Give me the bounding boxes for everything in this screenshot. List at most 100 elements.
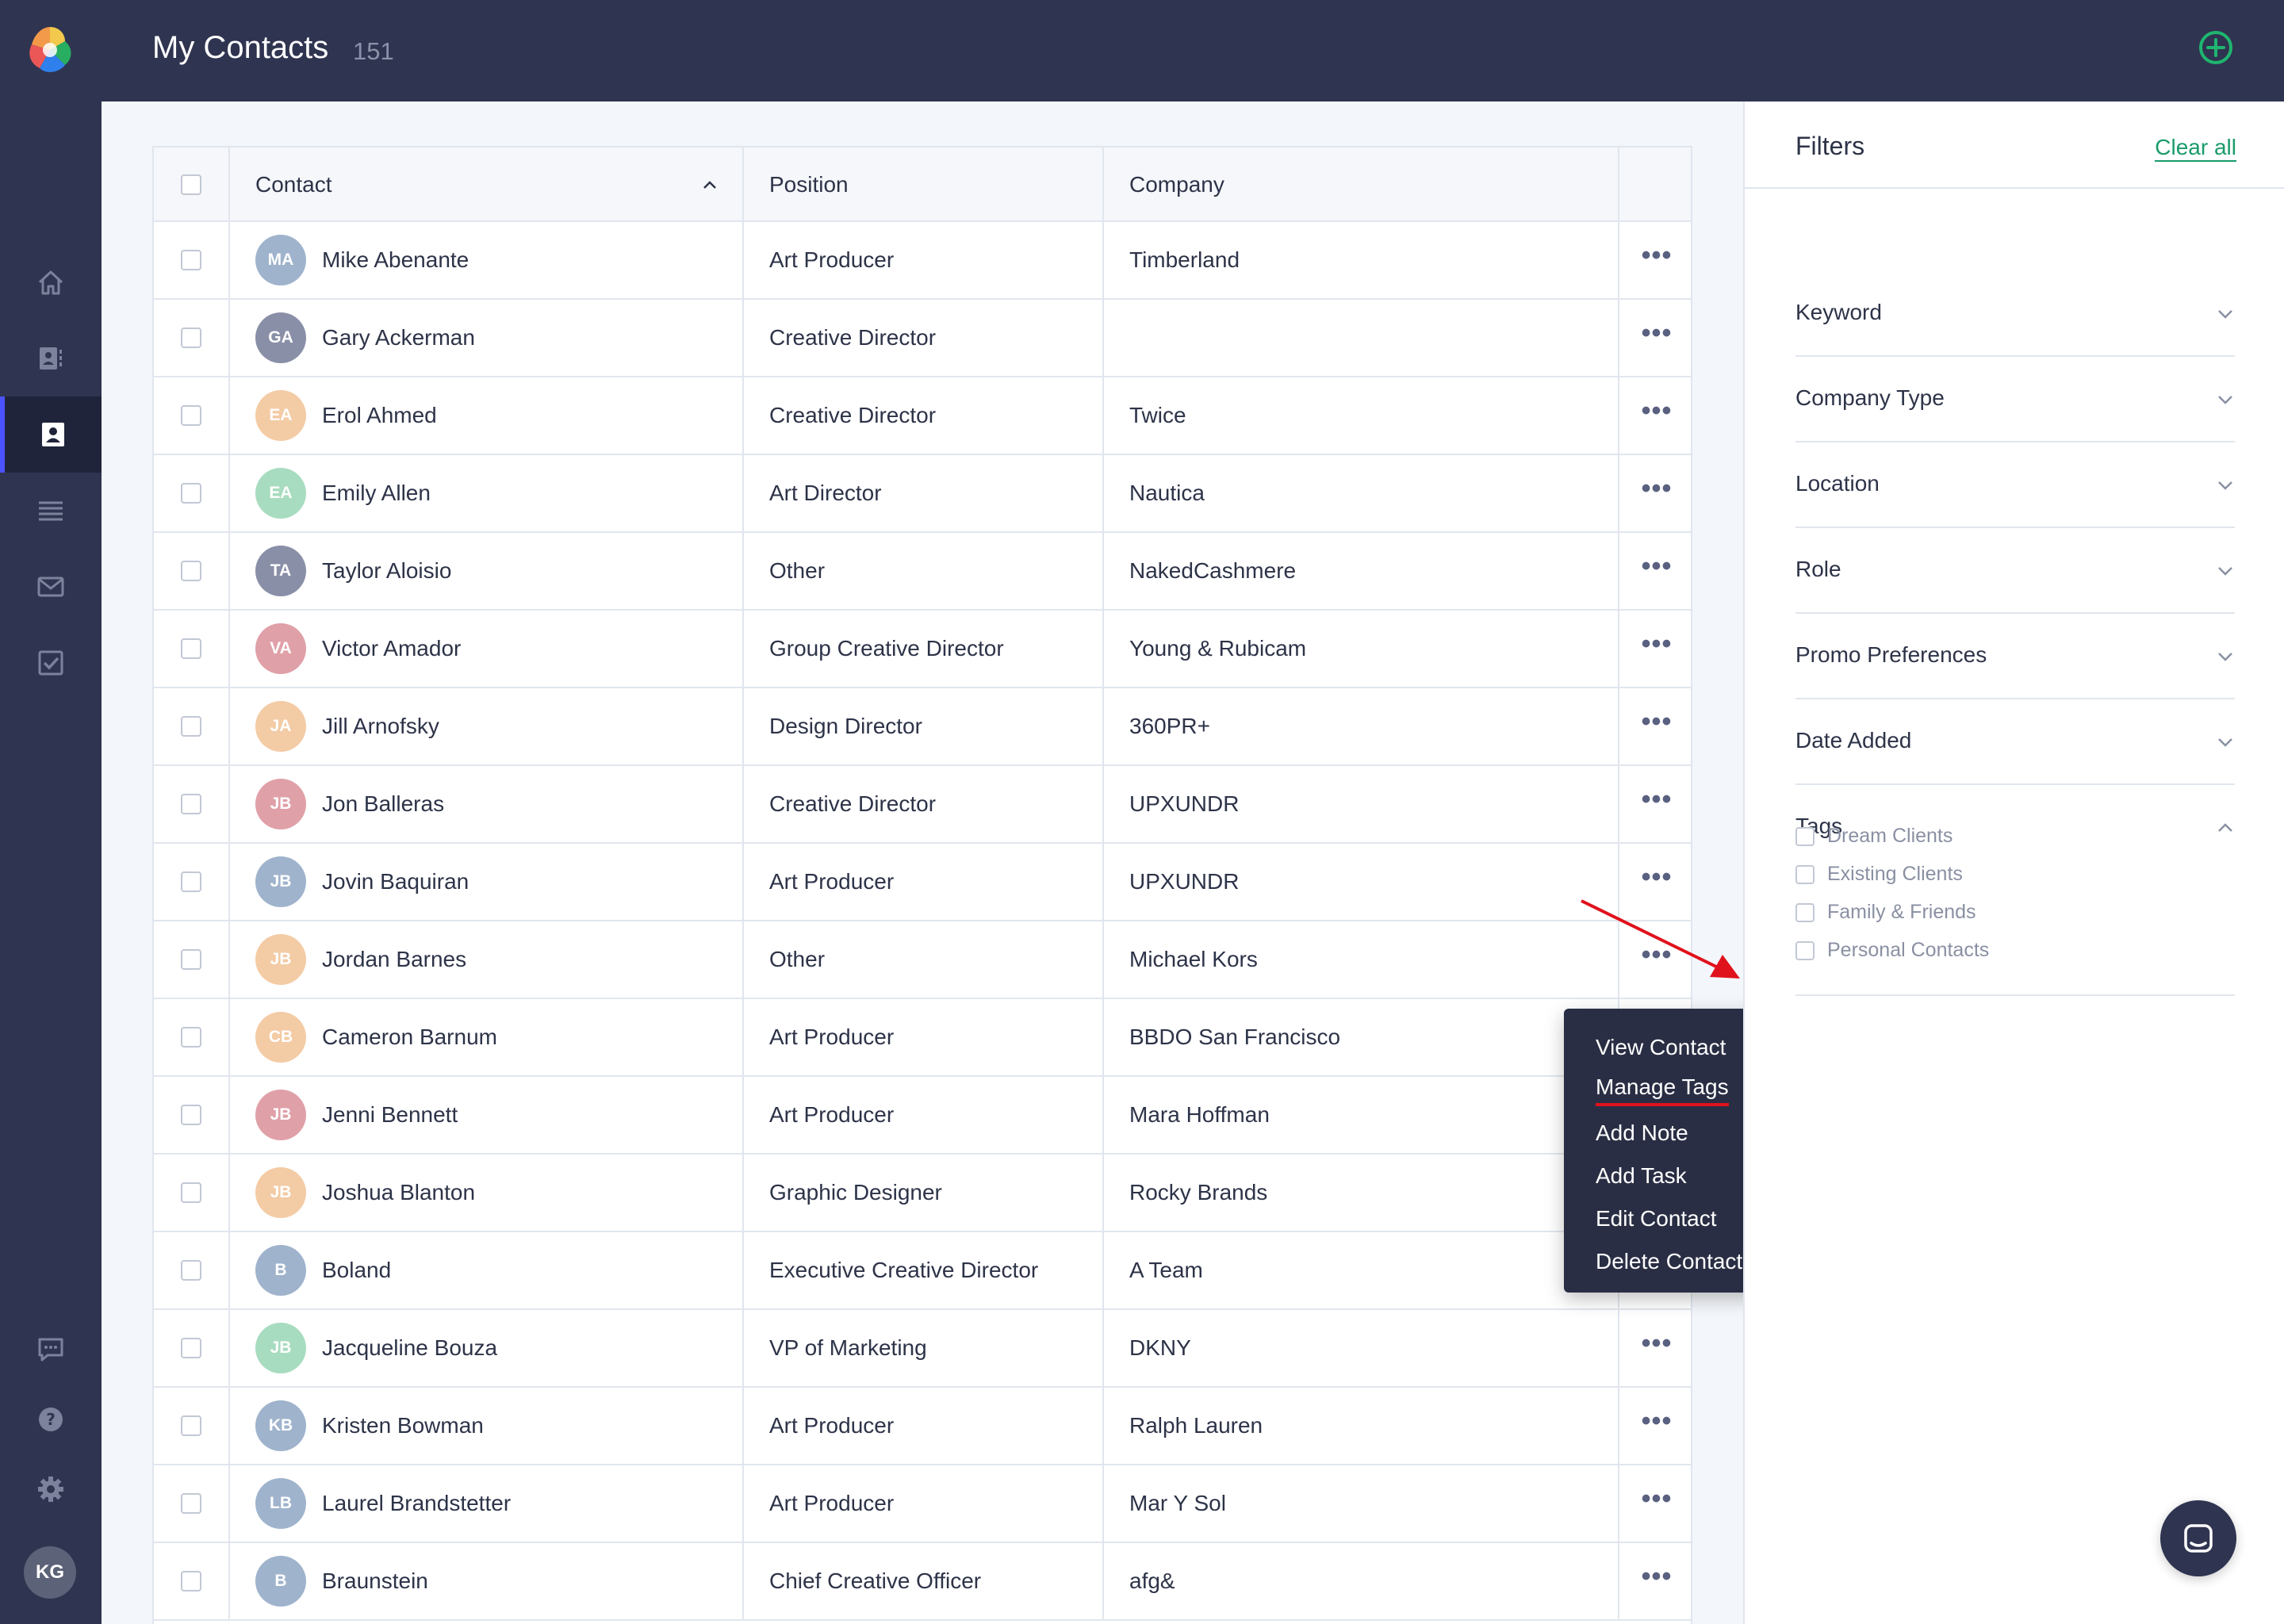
more-actions-icon[interactable]: •••	[1642, 1485, 1673, 1512]
contact-cell[interactable]: EA Emily Allen	[230, 455, 744, 531]
table-row[interactable]: JB Jordan Barnes Other Michael Kors •••	[154, 921, 1691, 999]
more-actions-icon[interactable]: •••	[1642, 864, 1673, 891]
contact-name[interactable]: Mike Abenante	[322, 247, 469, 273]
more-actions-icon[interactable]: •••	[1642, 320, 1673, 347]
filter-keyword[interactable]: Keyword	[1795, 271, 2235, 357]
row-checkbox[interactable]	[181, 250, 201, 270]
nav-tasks[interactable]	[0, 625, 102, 701]
row-checkbox[interactable]	[181, 1571, 201, 1591]
tag-option[interactable]: Dream Clients	[1795, 825, 1953, 848]
row-checkbox[interactable]	[181, 638, 201, 659]
contact-name[interactable]: Jordan Barnes	[322, 947, 466, 972]
nav-mail[interactable]	[0, 549, 102, 625]
contact-cell[interactable]: CB Cameron Barnum	[230, 999, 744, 1075]
more-actions-icon[interactable]: •••	[1642, 1330, 1673, 1357]
column-position[interactable]: Position	[744, 147, 1104, 222]
contact-name[interactable]: Cameron Barnum	[322, 1025, 497, 1050]
more-actions-icon[interactable]: •••	[1642, 1563, 1673, 1590]
table-row[interactable]: JB Jon Balleras Creative Director UPXUNDR ••…	[154, 766, 1691, 844]
select-all-checkbox[interactable]	[181, 174, 201, 195]
tag-checkbox[interactable]	[1795, 940, 1815, 960]
contact-name[interactable]: Erol Ahmed	[322, 403, 437, 428]
row-checkbox[interactable]	[181, 483, 201, 504]
contact-cell[interactable]: TA Taylor Aloisio	[230, 533, 744, 609]
more-actions-icon[interactable]: •••	[1642, 630, 1673, 657]
user-avatar[interactable]: KG	[24, 1546, 76, 1599]
row-checkbox[interactable]	[181, 1027, 201, 1048]
nav-settings[interactable]	[0, 1451, 102, 1527]
more-actions-icon[interactable]: •••	[1642, 475, 1673, 502]
contact-cell[interactable]: JB Jovin Baquiran	[230, 844, 744, 920]
chevron-down-icon[interactable]	[2216, 561, 2235, 580]
nav-home[interactable]	[0, 244, 102, 320]
chevron-down-icon[interactable]	[2216, 304, 2235, 324]
table-row[interactable]: JB Jovin Baquiran Art Producer UPXUNDR •••	[154, 844, 1691, 921]
table-row[interactable]: JBJenni BennettArt ProducerMara Hoffman•…	[154, 1077, 1691, 1155]
table-row[interactable]: JA Jill Arnofsky Design Director 360PR+ •••	[154, 688, 1691, 766]
table-row[interactable]: B Braunstein Chief Creative Officer afg& •••	[154, 1543, 1691, 1621]
contact-name[interactable]: Braunstein	[322, 1568, 428, 1594]
table-row[interactable]: JB Jacqueline Bouza VP of Marketing DKNY •••	[154, 1310, 1691, 1388]
chevron-down-icon[interactable]	[2216, 733, 2235, 752]
chevron-down-icon[interactable]	[2216, 476, 2235, 495]
more-actions-icon[interactable]: •••	[1642, 1408, 1673, 1434]
contact-cell[interactable]: JB Jenni Bennett	[230, 1077, 744, 1153]
contact-name[interactable]: Jon Balleras	[322, 791, 444, 817]
row-checkbox[interactable]	[181, 561, 201, 581]
table-row[interactable]: VA Victor Amador Group Creative Director Yo…	[154, 611, 1691, 688]
row-checkbox[interactable]	[181, 405, 201, 426]
contact-name[interactable]: Kristen Bowman	[322, 1413, 484, 1438]
more-actions-icon[interactable]: •••	[1642, 242, 1673, 269]
table-row[interactable]: LB Laurel Brandstetter Art Producer Mar Y S…	[154, 1465, 1691, 1543]
row-checkbox[interactable]	[181, 327, 201, 348]
clear-all-link[interactable]: Clear all	[2155, 135, 2236, 162]
sort-ascending-icon[interactable]	[701, 176, 719, 193]
table-row[interactable]: TA Taylor Aloisio Other NakedCashmere •••	[154, 533, 1691, 611]
tag-checkbox[interactable]	[1795, 864, 1815, 884]
row-checkbox[interactable]	[181, 1260, 201, 1281]
contact-name[interactable]: Joshua Blanton	[322, 1180, 475, 1205]
contact-cell[interactable]: EA Erol Ahmed	[230, 377, 744, 454]
nav-feedback[interactable]	[0, 1312, 102, 1388]
table-row[interactable]: GA Gary Ackerman Creative Director •••	[154, 300, 1691, 377]
more-actions-icon[interactable]: •••	[1642, 708, 1673, 735]
tag-checkbox[interactable]	[1795, 902, 1815, 922]
column-contact[interactable]: Contact	[230, 147, 744, 222]
table-row[interactable]: CB Cameron Barnum Art Producer BBDO San Fra…	[154, 999, 1691, 1077]
more-actions-icon[interactable]: •••	[1642, 786, 1673, 813]
row-checkbox[interactable]	[181, 949, 201, 970]
contact-name[interactable]: Jovin Baquiran	[322, 869, 469, 894]
more-actions-icon[interactable]: •••	[1642, 397, 1673, 424]
nav-contacts[interactable]	[0, 396, 102, 473]
row-checkbox[interactable]	[181, 1105, 201, 1125]
row-checkbox[interactable]	[181, 1182, 201, 1203]
chevron-down-icon[interactable]	[2216, 647, 2235, 666]
column-company[interactable]: Company	[1104, 147, 1619, 222]
chevron-down-icon[interactable]	[2216, 390, 2235, 409]
contact-cell[interactable]: GA Gary Ackerman	[230, 300, 744, 376]
contact-cell[interactable]: JB Jacqueline Bouza	[230, 1310, 744, 1386]
chevron-up-icon[interactable]	[2216, 818, 2235, 837]
contact-cell[interactable]: JB Joshua Blanton	[230, 1155, 744, 1231]
app-logo-icon[interactable]	[24, 24, 76, 76]
contact-name[interactable]: Jenni Bennett	[322, 1102, 458, 1128]
nav-address-book[interactable]	[0, 320, 102, 396]
tag-checkbox[interactable]	[1795, 826, 1815, 846]
contact-cell[interactable]: JB Jordan Barnes	[230, 921, 744, 998]
table-row[interactable]: KB Kristen Bowman Art Producer Ralph Lauren…	[154, 1388, 1691, 1465]
table-row[interactable]: B Boland Executive Creative Director A Team…	[154, 1232, 1691, 1310]
contact-cell[interactable]: JA Jill Arnofsky	[230, 688, 744, 764]
contact-name[interactable]: Jacqueline Bouza	[322, 1335, 497, 1361]
contact-name[interactable]: Laurel Brandstetter	[322, 1491, 511, 1516]
chat-launcher-button[interactable]	[2160, 1500, 2236, 1576]
filter-date-added[interactable]: Date Added	[1795, 699, 2235, 785]
contact-cell[interactable]: MA Mike Abenante	[230, 222, 744, 298]
contact-name[interactable]: Emily Allen	[322, 481, 431, 506]
filter-role[interactable]: Role	[1795, 528, 2235, 614]
table-row[interactable]: MA Mike Abenante Art Producer Timberland •••	[154, 222, 1691, 300]
contact-name[interactable]: Victor Amador	[322, 636, 461, 661]
tag-option[interactable]: Existing Clients	[1795, 863, 1963, 886]
nav-help[interactable]: ?	[0, 1381, 102, 1457]
row-checkbox[interactable]	[181, 794, 201, 814]
contact-cell[interactable]: B Braunstein	[230, 1543, 744, 1619]
